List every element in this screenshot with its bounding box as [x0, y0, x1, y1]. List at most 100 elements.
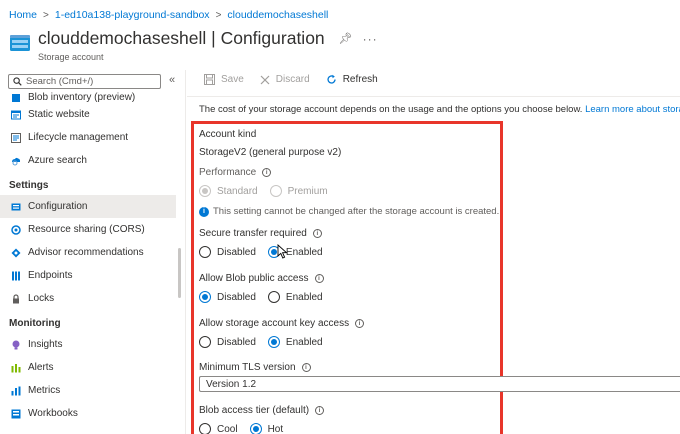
cors-icon — [11, 224, 21, 235]
sidebar-item-configuration[interactable]: Configuration — [0, 195, 176, 218]
sidebar-item-label: Locks — [28, 293, 55, 304]
sidebar-item-label: Insights — [28, 339, 63, 350]
breadcrumb-resource-group[interactable]: 1-ed10a138-playground-sandbox — [55, 9, 210, 21]
sidebar-item-lifecycle-management[interactable]: Lifecycle management — [0, 126, 176, 149]
sidebar-item-label: Azure search — [28, 155, 87, 166]
search-icon — [13, 77, 22, 86]
radio-indicator — [199, 246, 211, 258]
breadcrumb-storage-account[interactable]: clouddemochaseshell — [227, 9, 328, 21]
blob-access-tier-radio-group: Cool Hot — [199, 423, 324, 434]
refresh-button[interactable]: Refresh — [326, 74, 378, 85]
endpoints-icon — [12, 271, 20, 280]
blob-public-enabled-radio[interactable]: Enabled — [267, 291, 323, 303]
info-icon[interactable]: i — [262, 168, 272, 177]
blob-access-tier-label: Blob access tier (default) — [199, 405, 310, 416]
metrics-icon — [11, 386, 21, 395]
breadcrumb-separator: > — [215, 9, 222, 21]
blob-public-access-field: Allow Blob public access i Disabled Enab… — [199, 273, 335, 303]
collapse-menu-icon[interactable]: « — [169, 74, 175, 86]
info-icon[interactable]: i — [355, 319, 365, 328]
mouse-cursor-icon — [277, 244, 288, 259]
sidebar-item-workbooks[interactable]: Workbooks — [0, 402, 176, 425]
radio-indicator — [267, 336, 280, 348]
tls-version-select[interactable]: Version 1.2 — [199, 376, 680, 392]
section-settings: Settings — [9, 180, 49, 191]
section-monitoring: Monitoring — [9, 318, 61, 329]
sidebar-item-metrics[interactable]: Metrics — [0, 379, 176, 402]
lock-icon — [13, 293, 19, 303]
search-box[interactable] — [8, 74, 161, 89]
alerts-icon — [11, 363, 21, 372]
radio-indicator — [267, 291, 280, 303]
info-icon[interactable]: i — [315, 406, 325, 415]
info-icon[interactable]: i — [301, 363, 311, 372]
pin-icon[interactable]: 📌︎ — [339, 32, 353, 45]
page-subtitle: Storage account — [38, 52, 104, 62]
tier-hot-radio[interactable]: Hot — [249, 423, 283, 434]
nav-list: Blob inventory (preview) Static website … — [0, 90, 176, 425]
breadcrumb: Home > 1-ed10a138-playground-sandbox > c… — [9, 9, 328, 21]
info-icon[interactable]: i — [314, 274, 324, 283]
sidebar-item-cors[interactable]: Resource sharing (CORS) — [0, 218, 176, 241]
breadcrumb-home[interactable]: Home — [9, 9, 37, 21]
sidebar-item-label: Lifecycle management — [28, 132, 129, 143]
close-icon — [260, 75, 270, 84]
cost-info: The cost of your storage account depends… — [199, 104, 680, 115]
configuration-icon — [11, 203, 21, 210]
azure-search-icon — [12, 157, 21, 165]
refresh-icon — [327, 74, 336, 84]
performance-label: Performance — [199, 167, 257, 178]
discard-button[interactable]: Discard — [260, 74, 310, 85]
account-kind-field: Account kind StorageV2 (general purpose … — [199, 129, 341, 158]
tls-version-label: Minimum TLS version — [199, 362, 296, 373]
performance-notice: i This setting cannot be changed after t… — [199, 206, 499, 217]
key-access-radio-group: Disabled Enabled — [199, 336, 364, 348]
key-access-enabled-radio[interactable]: Enabled — [267, 336, 323, 348]
advisor-icon — [11, 248, 21, 257]
radio-indicator — [269, 185, 282, 197]
sidebar-item-label: Metrics — [28, 385, 61, 396]
sidebar-item-azure-search[interactable]: Azure search — [0, 149, 176, 172]
sidebar-item-label: Static website — [28, 109, 90, 120]
search-input[interactable] — [26, 76, 156, 87]
sidebar-item-advisor-recommendations[interactable]: Advisor recommendations — [0, 241, 176, 264]
blob-public-disabled-radio[interactable]: Disabled — [199, 291, 256, 303]
info-filled-icon: i — [199, 206, 209, 217]
info-icon[interactable]: i — [312, 229, 322, 238]
insights-icon — [12, 340, 20, 349]
sidebar-item-label: Endpoints — [28, 270, 73, 281]
sidebar-item-locks[interactable]: Locks — [0, 287, 176, 310]
sidebar-item-label: Blob inventory (preview) — [28, 92, 136, 103]
sidebar-scrollbar[interactable] — [178, 248, 181, 298]
static-website-icon — [11, 110, 21, 119]
save-button[interactable]: Save — [204, 74, 244, 85]
secure-transfer-label: Secure transfer required — [199, 228, 307, 239]
sidebar-item-static-website[interactable]: Static website — [0, 103, 176, 126]
blob-public-access-label: Allow Blob public access — [199, 273, 309, 284]
performance-premium-radio: Premium — [269, 185, 328, 197]
page-header: clouddemochaseshell | Configuration 📌︎ ·… — [9, 26, 680, 66]
key-access-label: Allow storage account key access — [199, 318, 350, 329]
command-bar: Save Discard Refresh — [204, 74, 394, 85]
inventory-icon — [12, 94, 20, 102]
tier-cool-radio[interactable]: Cool — [199, 423, 238, 434]
radio-indicator — [199, 291, 211, 303]
sidebar-item-label: Alerts — [28, 362, 54, 373]
refresh-label: Refresh — [342, 74, 378, 85]
sidebar-item-label: Workbooks — [28, 408, 78, 419]
more-options-icon[interactable]: ··· — [363, 32, 378, 46]
lifecycle-icon — [11, 132, 21, 143]
sidebar-item-alerts[interactable]: Alerts — [0, 356, 176, 379]
learn-more-link[interactable]: Learn more about storage — [585, 104, 680, 115]
key-access-disabled-radio[interactable]: Disabled — [199, 336, 256, 348]
sidebar-item-blob-inventory[interactable]: Blob inventory (preview) — [0, 90, 176, 103]
secure-transfer-disabled-radio[interactable]: Disabled — [199, 246, 256, 258]
tls-version-field: Minimum TLS version i — [199, 362, 311, 373]
tls-version-value: Version 1.2 — [206, 378, 257, 390]
sidebar-item-endpoints[interactable]: Endpoints — [0, 264, 176, 287]
account-kind-value: StorageV2 (general purpose v2) — [199, 147, 342, 158]
blob-public-access-radio-group: Disabled Enabled — [199, 291, 335, 303]
sidebar-item-insights[interactable]: Insights — [0, 333, 176, 356]
sidebar-item-label: Resource sharing (CORS) — [28, 224, 145, 235]
cost-info-text: The cost of your storage account depends… — [199, 104, 583, 115]
